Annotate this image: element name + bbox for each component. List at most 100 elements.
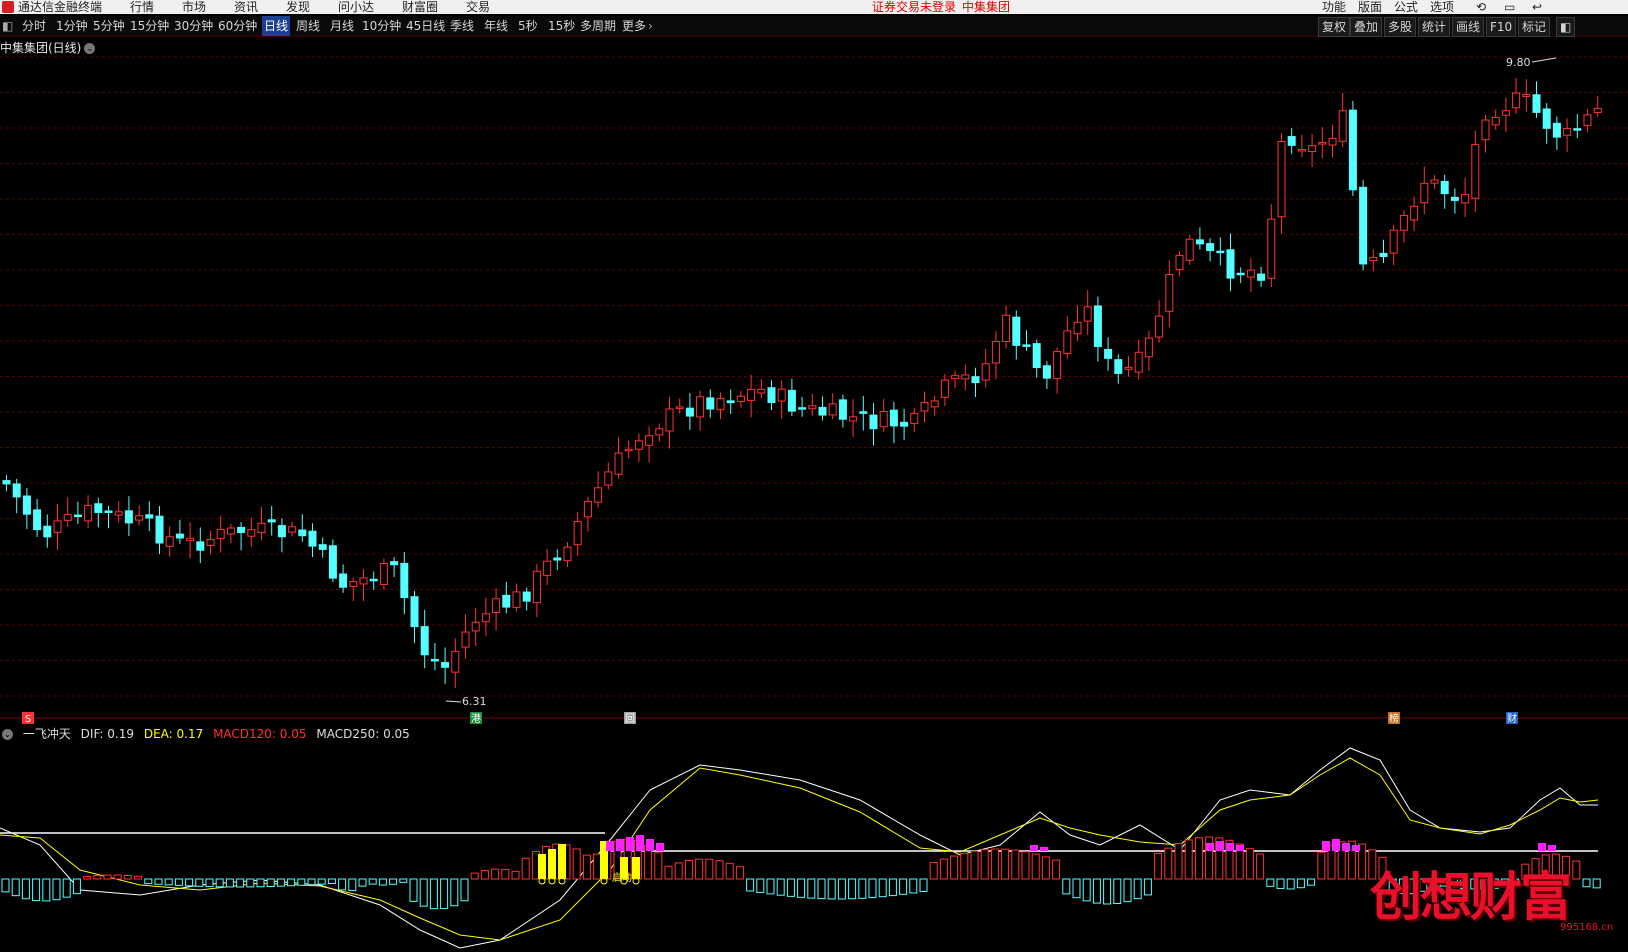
macd-bar-down: [797, 878, 806, 898]
candle-up: [1318, 142, 1327, 145]
signal-bar-magenta: [656, 843, 664, 851]
signal-label: 启动: [612, 871, 632, 884]
macd-bar-down: [144, 878, 153, 885]
macd-bar-up: [735, 866, 744, 880]
macd-bar-down: [389, 878, 398, 885]
candle-up: [1134, 351, 1143, 373]
macd-bar-down: [225, 878, 234, 888]
macd-bar-down: [1296, 878, 1305, 889]
signal-bar-magenta: [606, 841, 614, 851]
macd-bar-down: [1276, 878, 1285, 889]
candle-down: [889, 409, 898, 427]
candle-down: [1532, 94, 1541, 113]
macd-bar-up: [134, 875, 143, 880]
macd-bar-down: [429, 878, 438, 910]
macd-bar-down: [1113, 878, 1122, 904]
macd-bar-up: [1245, 848, 1254, 880]
candle-down: [43, 525, 52, 538]
candle-down: [1114, 359, 1123, 374]
macd-bar-up: [654, 852, 663, 880]
macd-bar-up: [501, 868, 510, 880]
candle-down: [1440, 181, 1449, 195]
indicator-name[interactable]: 一飞冲天: [23, 727, 71, 741]
macd-bar-up: [1041, 856, 1050, 880]
signal-bar-magenta: [1548, 845, 1556, 851]
candle-up: [1420, 182, 1429, 204]
candle-down: [94, 503, 103, 513]
candle-down: [267, 519, 276, 523]
candle-up: [481, 613, 490, 623]
candle-down: [318, 544, 327, 550]
candle-down: [410, 596, 419, 628]
signal-bar-magenta: [636, 835, 644, 851]
signal-bar-magenta: [1226, 843, 1234, 851]
candle-up: [573, 521, 582, 546]
candle-up: [951, 375, 960, 379]
macd-bar-down: [858, 878, 867, 899]
candle-up: [1165, 274, 1174, 312]
signal-bar-magenta: [626, 837, 634, 851]
macd120-value: MACD120: 0.05: [213, 727, 307, 741]
macd-bar-up: [1154, 852, 1163, 880]
candle-up: [1338, 110, 1347, 142]
macd-bar-down: [460, 878, 469, 902]
candle-down: [502, 594, 511, 608]
macd-bar-up: [705, 858, 714, 880]
candle-down: [900, 421, 909, 427]
signal-bar-magenta: [1236, 845, 1244, 851]
macd-bar-up: [1256, 853, 1265, 880]
candle-down: [787, 389, 796, 412]
candle-up: [1328, 137, 1337, 146]
kline-chart[interactable]: 9.80 6.31 S 港 回 榜 财启动: [0, 0, 1628, 952]
candle-up: [165, 536, 174, 547]
signal-bar-magenta: [1206, 843, 1214, 851]
candle-down: [1206, 243, 1215, 252]
candle-down: [971, 376, 980, 384]
macd-bar-up: [1052, 859, 1061, 880]
candle-up: [53, 520, 62, 533]
macd-bar-down: [52, 878, 61, 901]
macd-bar-down: [909, 878, 918, 894]
indicator-dropdown-icon[interactable]: ⌄: [2, 729, 13, 740]
macd-bar-up: [715, 860, 724, 880]
candle-down: [1216, 250, 1225, 254]
candle-up: [226, 527, 235, 535]
macd-bar-up: [511, 870, 520, 880]
candle-up: [359, 577, 368, 585]
signal-bar-magenta: [1030, 845, 1038, 851]
watermark-logo: 创想财富: [1370, 867, 1572, 928]
price-high-label: 9.80: [1506, 56, 1531, 69]
signal-bar-magenta: [1322, 841, 1330, 851]
macd-bar-up: [1031, 853, 1040, 880]
candle-down: [308, 530, 317, 547]
candle-down: [1257, 273, 1266, 281]
macd-bar-down: [21, 878, 30, 900]
candle-down: [1573, 128, 1582, 131]
candle-up: [1481, 119, 1490, 141]
candle-up: [614, 452, 623, 475]
candle-up: [1246, 269, 1255, 278]
candle-up: [216, 528, 225, 539]
macd-bar-down: [378, 878, 387, 886]
candle-down: [339, 573, 348, 588]
macd-bar-down: [72, 878, 81, 895]
macd-bar-down: [236, 878, 245, 888]
candle-up: [1277, 141, 1286, 218]
candle-down: [369, 578, 378, 582]
signal-bar-magenta: [616, 839, 624, 851]
macd-bar-up: [83, 875, 92, 880]
event-marker-label: S: [25, 714, 31, 725]
candle-up: [563, 546, 572, 562]
macd-bar-down: [756, 878, 765, 893]
macd-bar-down: [215, 878, 224, 888]
candle-up: [206, 538, 215, 546]
macd-bar-up: [572, 848, 581, 880]
macd250-value: MACD250: 0.05: [316, 727, 410, 741]
macd-bar-up: [93, 875, 102, 880]
candle-down: [767, 387, 776, 404]
candle-up: [349, 581, 358, 587]
macd-bar-up: [1021, 851, 1030, 880]
candle-up: [1461, 193, 1470, 204]
macd-bar-up: [480, 870, 489, 880]
candle-up: [1471, 144, 1480, 199]
